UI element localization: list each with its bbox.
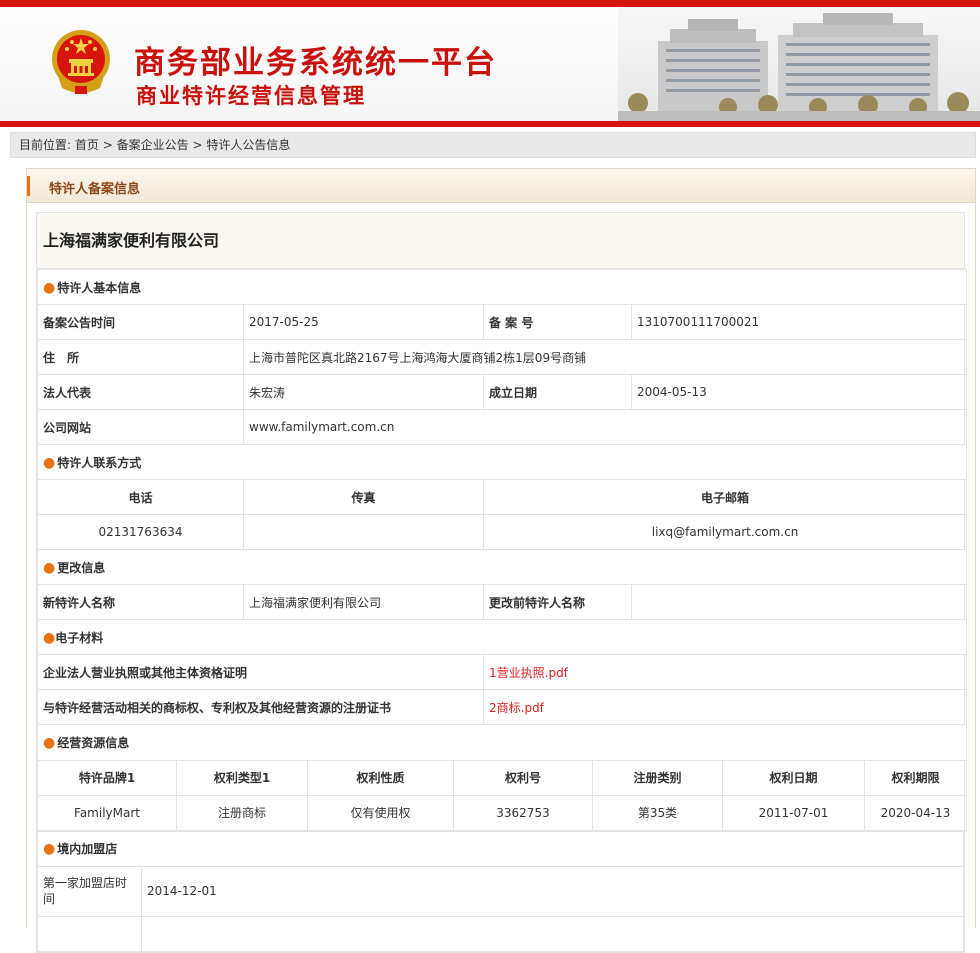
- email-header: 电子邮箱: [482, 479, 968, 515]
- bullet-icon: ●: [43, 734, 56, 751]
- old-name-value: [630, 584, 968, 620]
- breadcrumb-announcements[interactable]: 备案企业公告: [117, 138, 189, 152]
- section-basic: ● 特许人基本信息: [36, 269, 968, 305]
- legal-rep-value: 朱宏涛: [243, 374, 484, 410]
- bullet-icon: ●: [43, 559, 56, 576]
- fax-header: 传真: [243, 479, 484, 515]
- table-row: 法人代表 朱宏涛 成立日期 2004-05-13: [37, 374, 968, 410]
- fax-value: [243, 514, 484, 550]
- record-detail: 上海福满家便利有限公司 ● 特许人基本信息 备案公告时间 2017-05-25 备…: [36, 212, 968, 953]
- founded-label: 成立日期: [483, 374, 632, 410]
- first-store-label: 第一家加盟店时间: [37, 865, 142, 917]
- table-row: 新特许人名称 上海福满家便利有限公司 更改前特许人名称: [37, 584, 968, 620]
- website-value: www.familymart.com.cn: [242, 409, 968, 445]
- right-date-cell: 2011-07-01: [722, 794, 865, 831]
- table-row: 企业法人营业执照或其他主体资格证明 1营业执照.pdf: [37, 654, 968, 690]
- brand-cell: FamilyMart: [37, 794, 177, 831]
- section-title: 经营资源信息: [57, 735, 130, 750]
- right-term-cell: 2020-04-13: [864, 794, 967, 831]
- bullet-icon: ●: [43, 454, 56, 471]
- material-label: 企业法人营业执照或其他主体资格证明: [37, 654, 484, 690]
- system-subtitle: 商业特许经营信息管理: [136, 84, 366, 108]
- breadcrumb-prefix: 目前位置:: [19, 138, 72, 152]
- table-row: [37, 915, 964, 952]
- section-resources: ● 经营资源信息: [36, 724, 968, 760]
- government-building-image: [618, 7, 980, 121]
- phone-header: 电话: [37, 479, 244, 515]
- table-row: 备案公告时间 2017-05-25 备 案 号 1310700111700021: [37, 304, 968, 340]
- breadcrumb-separator: >: [102, 138, 113, 152]
- new-name-label: 新特许人名称: [37, 584, 244, 620]
- section-title: 更改信息: [57, 560, 106, 575]
- breadcrumb: 目前位置: 首页 > 备案企业公告 > 特许人公告信息: [10, 132, 976, 158]
- section-title: 特许人联系方式: [57, 455, 142, 470]
- material-file-link[interactable]: 1营业执照.pdf: [489, 666, 568, 680]
- domestic-table: ● 境内加盟店 第一家加盟店时间 2014-12-01: [37, 830, 964, 952]
- announce-date-value: 2017-05-25: [243, 304, 484, 340]
- section-domestic: ● 境内加盟店: [37, 830, 964, 867]
- address-label: 住 所: [37, 339, 244, 375]
- banner-bottom-stripe: [0, 121, 980, 127]
- right-no-cell: 3362753: [453, 794, 593, 831]
- table-row: 公司网站 www.familymart.com.cn: [37, 409, 968, 445]
- announce-date-label: 备案公告时间: [37, 304, 244, 340]
- record-no-value: 1310700111700021: [630, 304, 968, 340]
- info-table: ● 特许人基本信息 备案公告时间 2017-05-25 备 案 号 1310700…: [36, 269, 968, 760]
- table-row: 第一家加盟店时间 2014-12-01: [37, 865, 964, 917]
- section-title: 特许人基本信息: [57, 280, 142, 295]
- panel-title: 特许人备案信息: [49, 182, 141, 197]
- founded-value: 2004-05-13: [630, 374, 968, 410]
- col-header: 权利号: [453, 759, 593, 796]
- system-title: 商务部业务系统统一平台: [134, 45, 497, 81]
- breadcrumb-home[interactable]: 首页: [75, 138, 99, 152]
- contact-header-row: 电话 传真 电子邮箱: [37, 479, 968, 515]
- new-name-value: 上海福满家便利有限公司: [243, 584, 484, 620]
- section-contact: ● 特许人联系方式: [36, 444, 968, 480]
- bullet-icon: ●: [43, 841, 56, 857]
- phone-value: 02131763634: [37, 514, 244, 550]
- section-title: 电子材料: [55, 630, 104, 645]
- col-header: 注册类别: [592, 759, 723, 796]
- col-header: 权利类型1: [176, 759, 308, 796]
- company-name: 上海福满家便利有限公司: [37, 213, 964, 269]
- table-row: 住 所 上海市普陀区真北路2167号上海鸿海大厦商铺2栋1层09号商铺: [37, 339, 968, 375]
- col-header: 权利期限: [864, 759, 967, 796]
- reg-class-cell: 第35类: [592, 794, 723, 831]
- address-value: 上海市普陀区真北路2167号上海鸿海大厦商铺2栋1层09号商铺: [242, 339, 968, 375]
- right-nature-cell: 仅有使用权: [307, 794, 454, 831]
- record-no-label: 备 案 号: [483, 304, 632, 340]
- section-materials: ●电子材料: [36, 619, 968, 655]
- resources-table: 特许品牌1 权利类型1 权利性质 权利号 注册类别 权利日期 权利期限 Fami…: [37, 759, 967, 831]
- col-header: 特许品牌1: [37, 759, 177, 796]
- table-row: 与特许经营活动相关的商标权、专利权及其他经营资源的注册证书 2商标.pdf: [37, 689, 968, 725]
- franchisor-panel: 特许人备案信息 上海福满家便利有限公司 ● 特许人基本信息 备案公告时间 2017…: [26, 168, 976, 953]
- right-type-cell: 注册商标: [176, 794, 308, 831]
- banner-top-stripe: [0, 0, 980, 7]
- email-value: lixq@familymart.com.cn: [482, 514, 968, 550]
- resources-header-row: 特许品牌1 权利类型1 权利性质 权利号 注册类别 权利日期 权利期限: [37, 759, 967, 796]
- material-label: 与特许经营活动相关的商标权、专利权及其他经营资源的注册证书: [37, 689, 484, 725]
- website-label: 公司网站: [37, 409, 244, 445]
- contact-row: 02131763634 lixq@familymart.com.cn: [37, 514, 968, 550]
- breadcrumb-separator: >: [192, 138, 203, 152]
- bullet-icon: ●: [43, 629, 56, 646]
- old-name-label: 更改前特许人名称: [483, 584, 632, 620]
- header-banner: 商务部业务系统统一平台 商业特许经营信息管理: [0, 0, 980, 127]
- legal-rep-label: 法人代表: [37, 374, 244, 410]
- national-emblem-icon: [52, 30, 110, 94]
- section-change: ● 更改信息: [36, 549, 968, 585]
- col-header: 权利日期: [722, 759, 865, 796]
- first-store-value: 2014-12-01: [141, 865, 964, 917]
- col-header: 权利性质: [307, 759, 454, 796]
- breadcrumb-current: 特许人公告信息: [206, 138, 291, 152]
- bullet-icon: ●: [43, 279, 56, 296]
- table-row: FamilyMart 注册商标 仅有使用权 3362753 第35类 2011-…: [37, 794, 967, 831]
- material-file-link[interactable]: 2商标.pdf: [489, 701, 544, 715]
- panel-header: 特许人备案信息: [27, 169, 975, 203]
- section-title: 境内加盟店: [57, 842, 118, 856]
- panel-accent-bar: [27, 176, 30, 196]
